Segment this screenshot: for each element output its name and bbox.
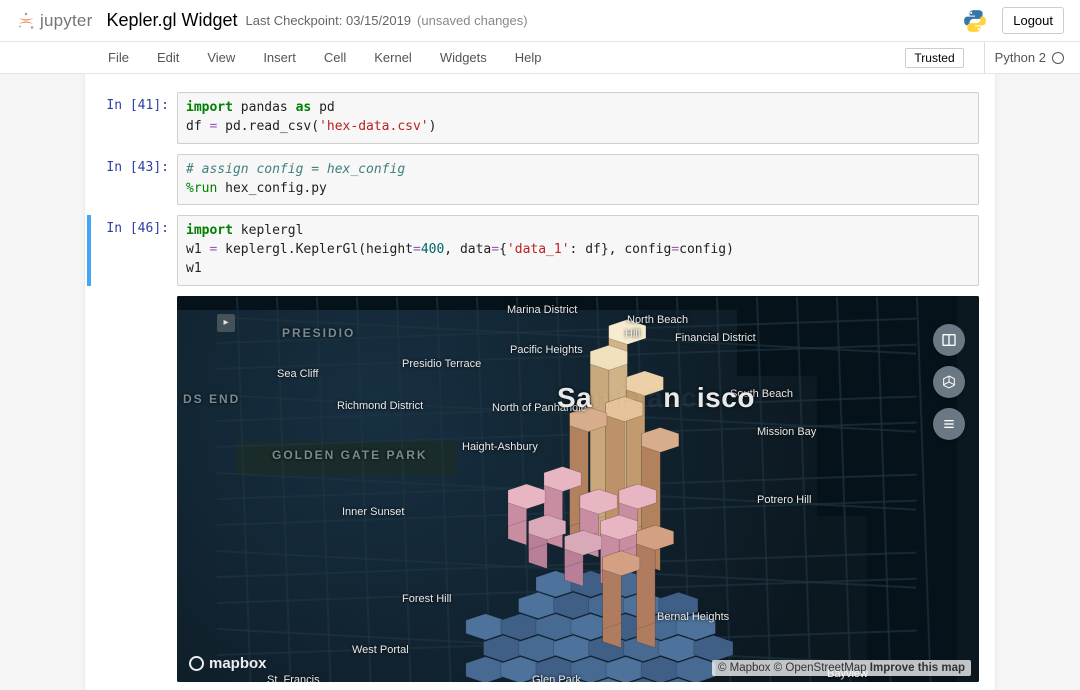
cell-prompt: In [41]: xyxy=(91,92,177,144)
map-label: Sea Cliff xyxy=(277,368,318,380)
menu-view[interactable]: View xyxy=(193,44,249,71)
map-label: West Portal xyxy=(352,644,409,656)
map-label: PRESIDIO xyxy=(282,326,355,340)
map-label: Bernal Heights xyxy=(657,611,729,623)
split-map-icon[interactable] xyxy=(933,324,965,356)
map-attribution[interactable]: © Mapbox © OpenStreetMap Improve this ma… xyxy=(712,660,971,676)
map-label: Richmond District xyxy=(337,400,423,412)
code-cell[interactable]: In [41]:import pandas as pd df = pd.read… xyxy=(91,92,979,144)
mapbox-logo[interactable]: mapbox xyxy=(189,655,267,672)
kernel-idle-icon xyxy=(1052,52,1064,64)
cell-input[interactable]: import keplergl w1 = keplergl.KeplerGl(h… xyxy=(177,215,979,286)
notebook-body: In [41]:import pandas as pd df = pd.read… xyxy=(0,74,1080,690)
menu-help[interactable]: Help xyxy=(501,44,556,71)
3d-icon[interactable] xyxy=(933,366,965,398)
map-label: Haight-Ashbury xyxy=(462,441,538,453)
python-icon xyxy=(962,8,988,34)
map-label: Glen Park xyxy=(532,674,581,682)
code-cell[interactable]: In [43]:# assign config = hex_config %ru… xyxy=(91,154,979,206)
map-label: Mission Bay xyxy=(757,426,816,438)
map-label: Forest Hill xyxy=(402,593,452,605)
map-label: Presidio Terrace xyxy=(402,358,481,370)
map-label: Potrero Hill xyxy=(757,494,811,506)
checkpoint-text: Last Checkpoint: 03/15/2019 xyxy=(246,13,412,28)
map-label: Marina District xyxy=(507,304,577,316)
map-label: DS END xyxy=(183,392,240,406)
code-cell[interactable]: In [46]:import keplergl w1 = keplergl.Ke… xyxy=(87,215,979,286)
logout-button[interactable]: Logout xyxy=(1002,7,1064,34)
jupyter-logo[interactable]: jupyter xyxy=(16,11,92,31)
map-city-label: San Francisco xyxy=(557,382,755,414)
menu-edit[interactable]: Edit xyxy=(143,44,193,71)
kepler-map-widget[interactable]: Marina District North Beach Hill Financial … xyxy=(177,296,979,682)
kernel-name: Python 2 xyxy=(995,50,1046,65)
cell-input[interactable]: import pandas as pd df = pd.read_csv('he… xyxy=(177,92,979,144)
cell-input[interactable]: # assign config = hex_config %run hex_co… xyxy=(177,154,979,206)
map-label: GOLDEN GATE PARK xyxy=(272,448,428,462)
menu-widgets[interactable]: Widgets xyxy=(426,44,501,71)
kernel-indicator[interactable]: Python 2 xyxy=(984,42,1064,73)
menu-insert[interactable]: Insert xyxy=(249,44,310,71)
unsaved-text: (unsaved changes) xyxy=(417,13,528,28)
menu-file[interactable]: File xyxy=(94,44,143,71)
map-label: Hill xyxy=(625,328,640,340)
map-label: St. Francis xyxy=(267,674,320,682)
panel-expand-icon[interactable]: ▸ xyxy=(217,314,235,332)
notebook-title[interactable]: Kepler.gl Widget xyxy=(106,10,237,31)
map-label: Pacific Heights xyxy=(510,344,583,356)
jupyter-icon xyxy=(16,11,36,31)
map-label: Financial District xyxy=(675,332,756,344)
legend-icon[interactable] xyxy=(933,408,965,440)
cell-prompt: In [46]: xyxy=(91,215,177,286)
menu-kernel[interactable]: Kernel xyxy=(360,44,426,71)
trusted-button[interactable]: Trusted xyxy=(905,48,963,68)
menubar: FileEditViewInsertCellKernelWidgetsHelp … xyxy=(0,42,1080,74)
cell-prompt: In [43]: xyxy=(91,154,177,206)
jupyter-wordmark: jupyter xyxy=(40,11,92,31)
menu-cell[interactable]: Cell xyxy=(310,44,360,71)
map-label: Inner Sunset xyxy=(342,506,404,518)
notebook-header: jupyter Kepler.gl Widget Last Checkpoint… xyxy=(0,0,1080,42)
cell-output: Marina District North Beach Hill Financial … xyxy=(177,296,979,682)
map-label: North Beach xyxy=(627,314,688,326)
